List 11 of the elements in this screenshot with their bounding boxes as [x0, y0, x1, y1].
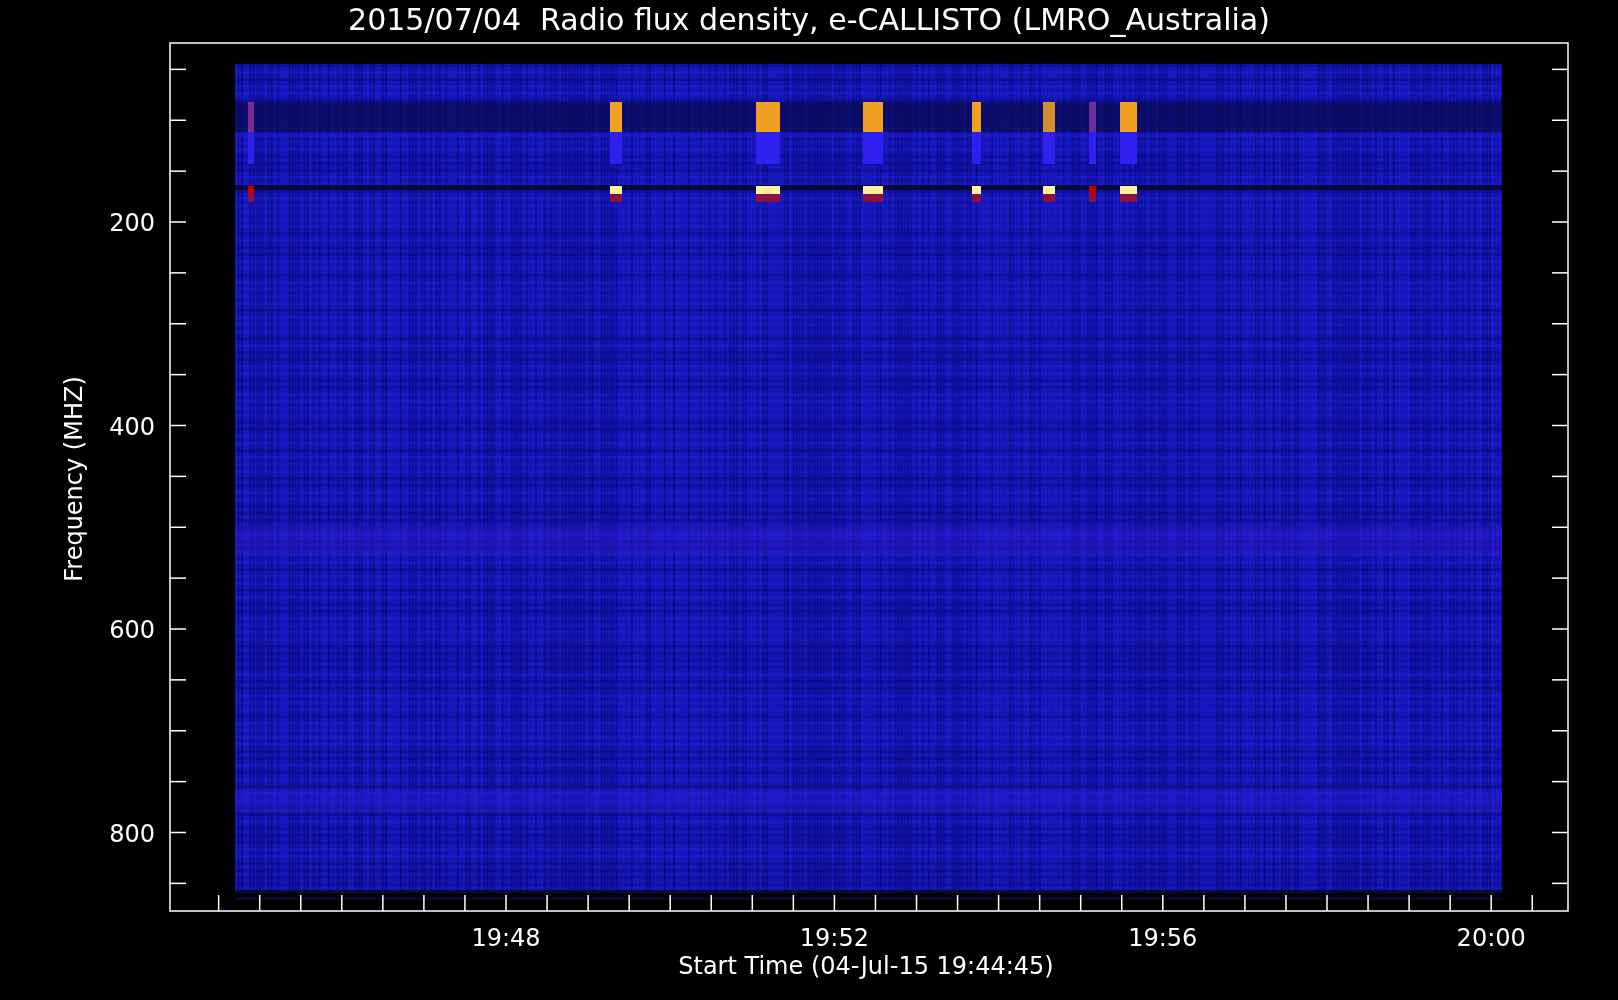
x-axis-label: Start Time (04-Jul-15 19:44:45) [678, 952, 1054, 980]
y-tick-label: 600 [109, 616, 155, 644]
y-tick-label: 800 [109, 819, 155, 848]
x-tick-label: 20:00 [1456, 924, 1526, 952]
chart-title: 2015/07/04 Radio flux density, e-CALLISTO (LMRO_Australia) [348, 2, 1270, 37]
x-tick-label: 19:48 [471, 924, 541, 952]
y-tick-label: 400 [109, 412, 155, 441]
y-axis-label: Frequency (MHZ) [60, 376, 88, 582]
y-tick-label: 200 [109, 209, 155, 237]
x-tick-label: 19:52 [799, 924, 869, 952]
x-tick-label: 19:56 [1128, 924, 1198, 952]
